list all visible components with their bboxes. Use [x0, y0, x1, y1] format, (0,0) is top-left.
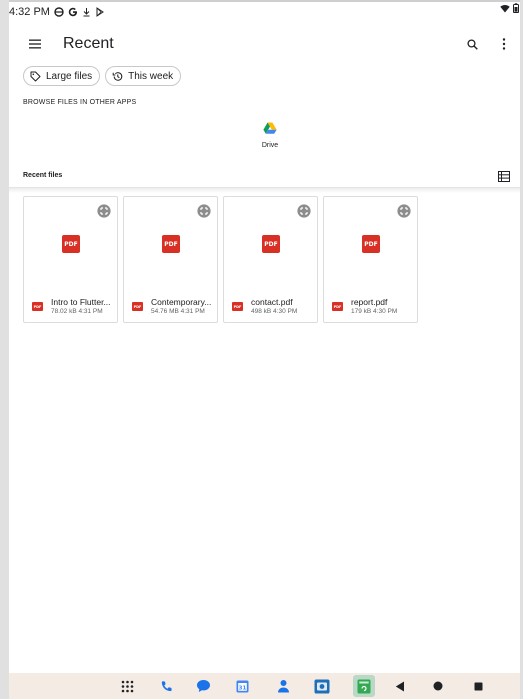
- home-icon: [433, 681, 443, 691]
- file-card[interactable]: PDF PDF report.pdf 179 kB 4:30 PM: [323, 196, 418, 323]
- window-frame-left: [0, 0, 9, 699]
- file-meta: 179 kB 4:30 PM: [351, 308, 398, 315]
- wifi-icon: [500, 4, 510, 12]
- chip-large-files[interactable]: Large files: [23, 66, 101, 86]
- file-meta: 54.76 MB 4:31 PM: [151, 308, 205, 315]
- file-name: Intro to Flutter...: [51, 297, 111, 307]
- contacts-icon: [277, 680, 289, 693]
- app-bar-actions: [456, 26, 520, 62]
- back-button[interactable]: [392, 678, 408, 694]
- search-button[interactable]: [456, 26, 488, 62]
- recents-icon: [474, 682, 482, 690]
- chip-this-week[interactable]: This week: [105, 66, 182, 86]
- phone-app[interactable]: [158, 678, 174, 694]
- navigation-menu-button[interactable]: [17, 26, 53, 62]
- recent-files-heading: Recent files: [23, 172, 63, 179]
- svg-text:31: 31: [238, 685, 246, 691]
- select-file-icon[interactable]: [297, 204, 311, 218]
- file-name: Contemporary...: [151, 297, 212, 307]
- file-card[interactable]: PDF PDF contact.pdf 498 kB 4:30 PM: [223, 196, 318, 323]
- files-icon: [357, 679, 371, 693]
- pdf-type-icon: PDF: [132, 302, 143, 311]
- label-icon: [30, 71, 41, 81]
- file-meta: 78.02 kB 4:31 PM: [51, 308, 103, 315]
- pdf-thumbnail-icon: PDF: [162, 235, 180, 253]
- list-view-toggle[interactable]: [498, 169, 512, 183]
- file-name: report.pdf: [351, 297, 388, 307]
- filter-chips: Large files This week: [23, 66, 182, 86]
- calendar-app[interactable]: 31: [234, 678, 250, 694]
- drive-label: Drive: [261, 142, 279, 149]
- file-card[interactable]: PDF PDF Contemporary... 54.76 MB 4:31 PM: [123, 196, 218, 323]
- file-meta: 498 kB 4:30 PM: [251, 308, 298, 315]
- more-vert-icon: [502, 38, 506, 50]
- divider-shadow: [9, 188, 520, 193]
- back-icon: [395, 681, 404, 691]
- pdf-thumbnail-icon: PDF: [362, 235, 380, 253]
- file-card[interactable]: PDF PDF Intro to Flutter... 78.02 kB 4:3…: [23, 196, 118, 323]
- camera-app[interactable]: [314, 678, 330, 694]
- file-info: PDF report.pdf 179 kB 4:30 PM: [332, 297, 414, 315]
- drive-shortcut[interactable]: Drive: [250, 122, 290, 149]
- calendar-icon: 31: [236, 680, 248, 692]
- status-right: [500, 3, 519, 13]
- home-button[interactable]: [430, 678, 446, 694]
- file-info: PDF Contemporary... 54.76 MB 4:31 PM: [132, 297, 214, 315]
- file-name: contact.pdf: [251, 297, 293, 307]
- select-file-icon[interactable]: [397, 204, 411, 218]
- pdf-thumbnail-icon: PDF: [62, 235, 80, 253]
- vpn-icon: [54, 7, 64, 17]
- download-icon: [83, 8, 90, 17]
- battery-icon: [513, 3, 519, 13]
- file-info: PDF contact.pdf 498 kB 4:30 PM: [232, 297, 314, 315]
- select-file-icon[interactable]: [197, 204, 211, 218]
- file-info: PDF Intro to Flutter... 78.02 kB 4:31 PM: [32, 297, 114, 315]
- pdf-thumbnail-icon: PDF: [262, 235, 280, 253]
- camera-icon: [314, 679, 330, 693]
- list-view-icon: [498, 171, 510, 182]
- app-drawer-icon: [121, 680, 133, 692]
- play-store-icon: [96, 7, 104, 17]
- recents-button[interactable]: [470, 678, 486, 694]
- top-app-bar: Recent: [9, 26, 520, 62]
- status-icons: [54, 7, 105, 17]
- pdf-type-icon: PDF: [32, 302, 43, 311]
- system-nav-bar: 31: [9, 673, 520, 699]
- google-icon: [68, 7, 77, 17]
- chip-label: Large files: [46, 70, 93, 82]
- more-options-button[interactable]: [488, 26, 520, 62]
- page-title: Recent: [63, 35, 114, 52]
- pdf-type-icon: PDF: [232, 302, 243, 311]
- app-drawer-button[interactable]: [119, 678, 135, 694]
- recent-files-grid: PDF PDF Intro to Flutter... 78.02 kB 4:3…: [23, 196, 418, 323]
- contacts-app[interactable]: [275, 678, 291, 694]
- phone-icon: [161, 680, 172, 691]
- chip-label: This week: [128, 70, 174, 82]
- hamburger-menu-icon: [29, 39, 41, 49]
- messages-app[interactable]: [195, 678, 211, 694]
- search-icon: [466, 38, 478, 50]
- status-time: 4:32 PM: [9, 6, 50, 18]
- messages-icon: [196, 680, 210, 692]
- select-file-icon[interactable]: [97, 204, 111, 218]
- status-bar: 4:32 PM: [9, 2, 520, 22]
- pdf-type-icon: PDF: [332, 302, 343, 311]
- files-app[interactable]: [353, 675, 375, 697]
- browse-section-heading: BROWSE FILES IN OTHER APPS: [23, 99, 137, 106]
- google-drive-icon: [263, 122, 277, 134]
- history-icon: [112, 71, 123, 81]
